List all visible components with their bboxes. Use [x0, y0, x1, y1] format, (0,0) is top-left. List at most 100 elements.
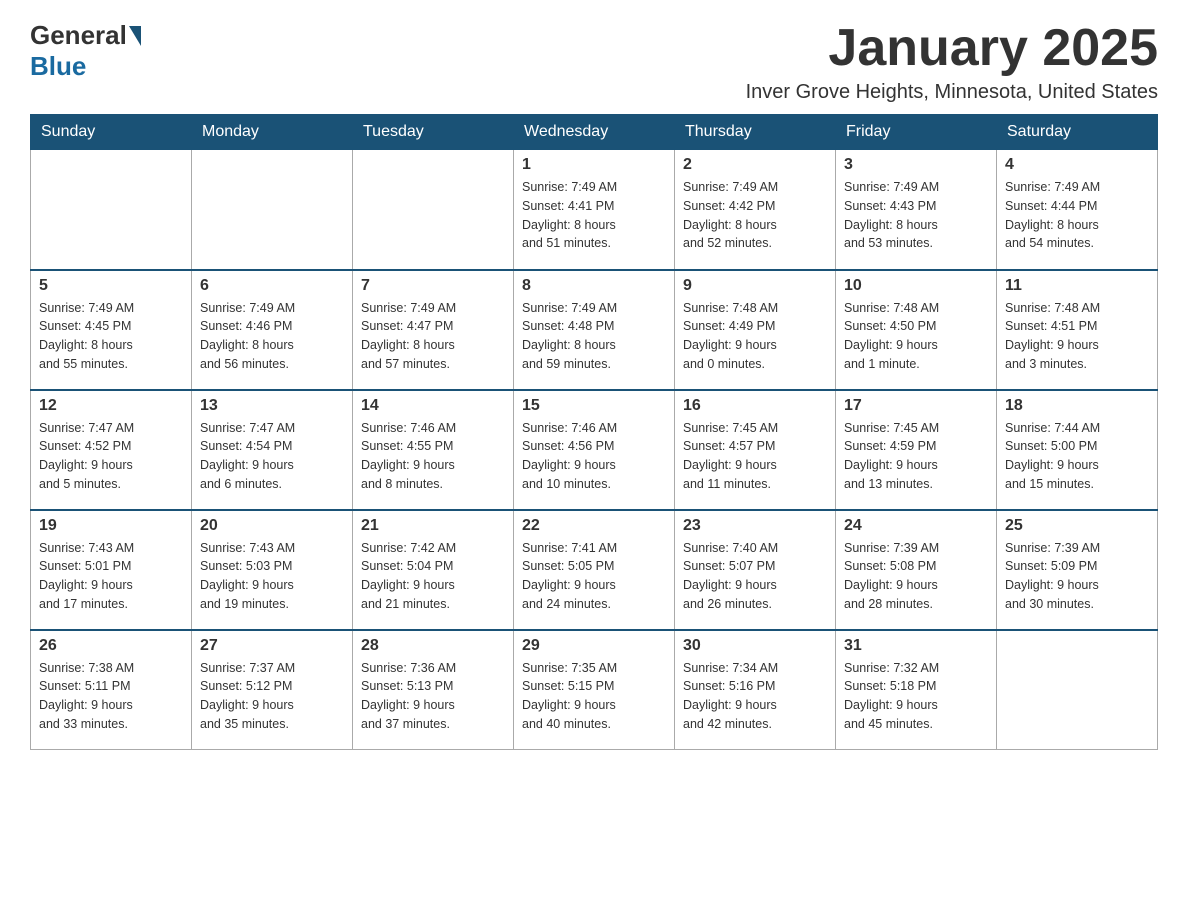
day-info: Sunrise: 7:48 AM Sunset: 4:49 PM Dayligh… [683, 299, 827, 374]
calendar-cell: 5 Sunrise: 7:49 AM Sunset: 4:45 PM Daylig… [31, 270, 192, 390]
calendar-week-row: 12 Sunrise: 7:47 AM Sunset: 4:52 PM Dayli… [31, 390, 1158, 510]
logo-general-text: General [30, 20, 127, 51]
day-number: 9 [683, 277, 827, 295]
day-number: 24 [844, 517, 988, 535]
calendar-cell: 2Sunrise: 7:49 AM Sunset: 4:42 PM Daylig… [675, 150, 836, 270]
day-info: Sunrise: 7:46 AM Sunset: 4:55 PM Dayligh… [361, 419, 505, 494]
day-info: Sunrise: 7:32 AM Sunset: 5:18 PM Dayligh… [844, 659, 988, 734]
day-number: 27 [200, 637, 344, 655]
day-number: 15 [522, 397, 666, 415]
day-info: Sunrise: 7:49 AM Sunset: 4:48 PM Dayligh… [522, 299, 666, 374]
calendar-cell: 21 Sunrise: 7:42 AM Sunset: 5:04 PM Dayli… [353, 510, 514, 630]
day-number: 12 [39, 397, 183, 415]
calendar-cell: 26Sunrise: 7:38 AM Sunset: 5:11 PM Dayli… [31, 630, 192, 750]
calendar-cell: 28Sunrise: 7:36 AM Sunset: 5:13 PM Dayli… [353, 630, 514, 750]
day-number: 18 [1005, 397, 1149, 415]
calendar-cell: 12 Sunrise: 7:47 AM Sunset: 4:52 PM Dayli… [31, 390, 192, 510]
weekday-header-wednesday: Wednesday [514, 115, 675, 150]
day-info: Sunrise: 7:42 AM Sunset: 5:04 PM Dayligh… [361, 539, 505, 614]
calendar-cell: 13Sunrise: 7:47 AM Sunset: 4:54 PM Dayli… [192, 390, 353, 510]
day-info: Sunrise: 7:44 AM Sunset: 5:00 PM Dayligh… [1005, 419, 1149, 494]
calendar-cell: 22 Sunrise: 7:41 AM Sunset: 5:05 PM Dayli… [514, 510, 675, 630]
day-number: 11 [1005, 277, 1149, 295]
day-number: 25 [1005, 517, 1149, 535]
calendar-cell: 6Sunrise: 7:49 AM Sunset: 4:46 PM Daylig… [192, 270, 353, 390]
calendar-cell: 30 Sunrise: 7:34 AM Sunset: 5:16 PM Dayli… [675, 630, 836, 750]
day-info: Sunrise: 7:47 AM Sunset: 4:52 PM Dayligh… [39, 419, 183, 494]
calendar-cell: 4 Sunrise: 7:49 AM Sunset: 4:44 PM Daylig… [997, 150, 1158, 270]
day-number: 5 [39, 277, 183, 295]
calendar-week-row: 5 Sunrise: 7:49 AM Sunset: 4:45 PM Daylig… [31, 270, 1158, 390]
title-block: January 2025 Inver Grove Heights, Minnes… [746, 20, 1158, 104]
day-number: 10 [844, 277, 988, 295]
calendar-cell: 10Sunrise: 7:48 AM Sunset: 4:50 PM Dayli… [836, 270, 997, 390]
calendar-cell: 11 Sunrise: 7:48 AM Sunset: 4:51 PM Dayli… [997, 270, 1158, 390]
day-number: 16 [683, 397, 827, 415]
calendar-cell: 31 Sunrise: 7:32 AM Sunset: 5:18 PM Dayli… [836, 630, 997, 750]
day-info: Sunrise: 7:34 AM Sunset: 5:16 PM Dayligh… [683, 659, 827, 734]
calendar-cell [353, 150, 514, 270]
weekday-header-row: SundayMondayTuesdayWednesdayThursdayFrid… [31, 115, 1158, 150]
day-info: Sunrise: 7:45 AM Sunset: 4:59 PM Dayligh… [844, 419, 988, 494]
calendar-cell: 15 Sunrise: 7:46 AM Sunset: 4:56 PM Dayli… [514, 390, 675, 510]
day-info: Sunrise: 7:49 AM Sunset: 4:44 PM Dayligh… [1005, 178, 1149, 253]
day-info: Sunrise: 7:40 AM Sunset: 5:07 PM Dayligh… [683, 539, 827, 614]
calendar-week-row: 26Sunrise: 7:38 AM Sunset: 5:11 PM Dayli… [31, 630, 1158, 750]
calendar-cell: 9 Sunrise: 7:48 AM Sunset: 4:49 PM Daylig… [675, 270, 836, 390]
weekday-header-thursday: Thursday [675, 115, 836, 150]
calendar-table: SundayMondayTuesdayWednesdayThursdayFrid… [30, 114, 1158, 750]
calendar-cell: 18 Sunrise: 7:44 AM Sunset: 5:00 PM Dayli… [997, 390, 1158, 510]
calendar-cell: 20 Sunrise: 7:43 AM Sunset: 5:03 PM Dayli… [192, 510, 353, 630]
calendar-cell: 24 Sunrise: 7:39 AM Sunset: 5:08 PM Dayli… [836, 510, 997, 630]
day-number: 4 [1005, 156, 1149, 174]
day-info: Sunrise: 7:36 AM Sunset: 5:13 PM Dayligh… [361, 659, 505, 734]
day-info: Sunrise: 7:49 AM Sunset: 4:47 PM Dayligh… [361, 299, 505, 374]
weekday-header-tuesday: Tuesday [353, 115, 514, 150]
day-number: 21 [361, 517, 505, 535]
calendar-cell [192, 150, 353, 270]
day-number: 22 [522, 517, 666, 535]
day-info: Sunrise: 7:37 AM Sunset: 5:12 PM Dayligh… [200, 659, 344, 734]
day-number: 29 [522, 637, 666, 655]
weekday-header-saturday: Saturday [997, 115, 1158, 150]
day-number: 7 [361, 277, 505, 295]
logo-arrow-icon [129, 26, 141, 46]
calendar-week-row: 19 Sunrise: 7:43 AM Sunset: 5:01 PM Dayli… [31, 510, 1158, 630]
page-header: General Blue January 2025 Inver Grove He… [30, 20, 1158, 104]
day-info: Sunrise: 7:41 AM Sunset: 5:05 PM Dayligh… [522, 539, 666, 614]
day-info: Sunrise: 7:43 AM Sunset: 5:01 PM Dayligh… [39, 539, 183, 614]
calendar-cell [31, 150, 192, 270]
day-number: 17 [844, 397, 988, 415]
calendar-cell: 23 Sunrise: 7:40 AM Sunset: 5:07 PM Dayli… [675, 510, 836, 630]
calendar-cell: 3Sunrise: 7:49 AM Sunset: 4:43 PM Daylig… [836, 150, 997, 270]
day-info: Sunrise: 7:46 AM Sunset: 4:56 PM Dayligh… [522, 419, 666, 494]
calendar-cell: 25 Sunrise: 7:39 AM Sunset: 5:09 PM Dayli… [997, 510, 1158, 630]
calendar-week-row: 1Sunrise: 7:49 AM Sunset: 4:41 PM Daylig… [31, 150, 1158, 270]
day-number: 23 [683, 517, 827, 535]
calendar-cell [997, 630, 1158, 750]
day-number: 13 [200, 397, 344, 415]
month-title: January 2025 [746, 20, 1158, 77]
day-info: Sunrise: 7:48 AM Sunset: 4:51 PM Dayligh… [1005, 299, 1149, 374]
day-number: 19 [39, 517, 183, 535]
day-info: Sunrise: 7:43 AM Sunset: 5:03 PM Dayligh… [200, 539, 344, 614]
day-info: Sunrise: 7:45 AM Sunset: 4:57 PM Dayligh… [683, 419, 827, 494]
location: Inver Grove Heights, Minnesota, United S… [746, 81, 1158, 104]
logo-blue-text: Blue [30, 51, 86, 81]
day-info: Sunrise: 7:49 AM Sunset: 4:45 PM Dayligh… [39, 299, 183, 374]
weekday-header-monday: Monday [192, 115, 353, 150]
day-number: 6 [200, 277, 344, 295]
day-number: 20 [200, 517, 344, 535]
calendar-cell: 27 Sunrise: 7:37 AM Sunset: 5:12 PM Dayli… [192, 630, 353, 750]
day-number: 14 [361, 397, 505, 415]
day-info: Sunrise: 7:39 AM Sunset: 5:08 PM Dayligh… [844, 539, 988, 614]
logo: General Blue [30, 20, 143, 82]
calendar-cell: 7 Sunrise: 7:49 AM Sunset: 4:47 PM Daylig… [353, 270, 514, 390]
day-info: Sunrise: 7:39 AM Sunset: 5:09 PM Dayligh… [1005, 539, 1149, 614]
day-number: 30 [683, 637, 827, 655]
day-number: 31 [844, 637, 988, 655]
day-info: Sunrise: 7:35 AM Sunset: 5:15 PM Dayligh… [522, 659, 666, 734]
calendar-cell: 16 Sunrise: 7:45 AM Sunset: 4:57 PM Dayli… [675, 390, 836, 510]
day-number: 8 [522, 277, 666, 295]
calendar-cell: 17 Sunrise: 7:45 AM Sunset: 4:59 PM Dayli… [836, 390, 997, 510]
